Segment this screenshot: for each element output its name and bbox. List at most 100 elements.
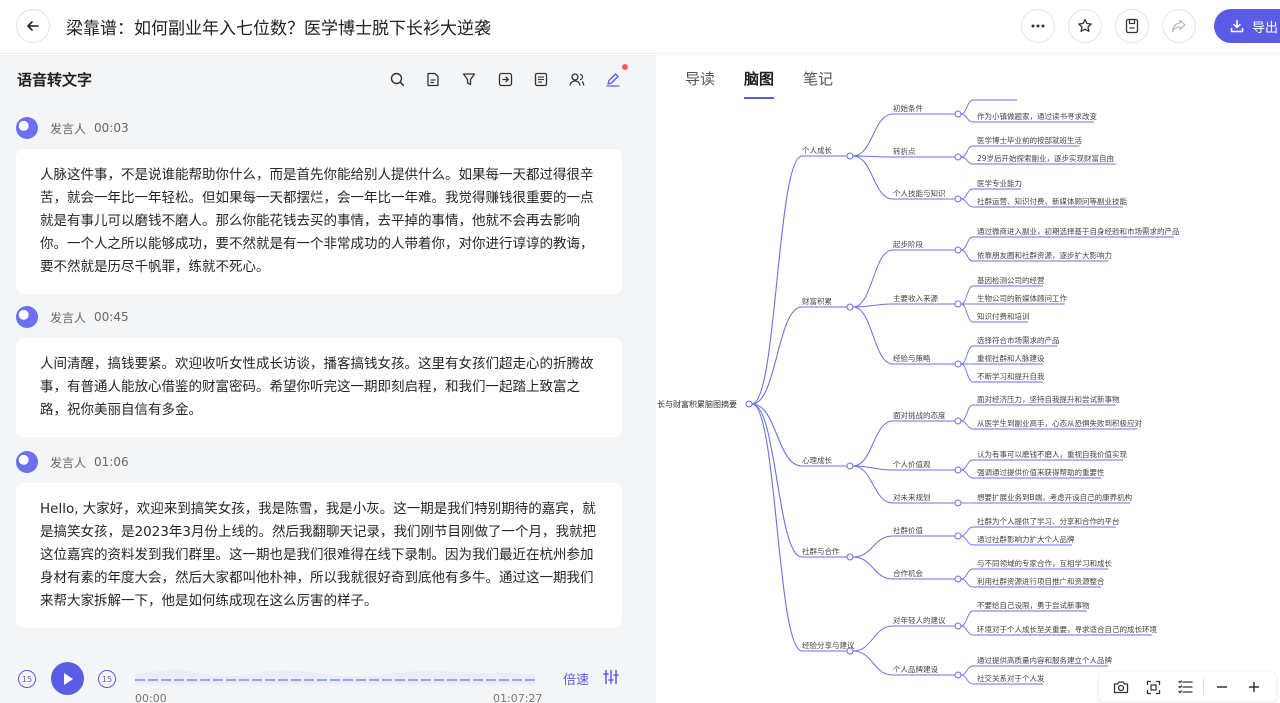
mindmap-link — [960, 156, 974, 165]
top-actions: 导出 — [1021, 8, 1280, 44]
mindmap[interactable]: 长与财富积累脑图摘要 个人成长 初始条件作为小镇做题家，通过读书寻求改变转折点 医学博… — [657, 95, 1280, 703]
mindmap-link — [960, 578, 974, 588]
summary-button[interactable] — [422, 68, 444, 90]
fit-view-button[interactable] — [1142, 676, 1164, 698]
mindmap-node[interactable] — [954, 110, 962, 118]
mindmap-leaf-label: 通过提供高质量内容和服务建立个人品牌 — [977, 655, 1112, 665]
mindmap-leaf-label: 医学专业能力 — [977, 178, 1022, 188]
waveform-scrubber[interactable] — [135, 663, 535, 685]
transcript-text[interactable]: 人间清醒，搞钱要紧。欢迎收听女性成长访谈，播客搞钱女孩。这里有女孩们超走心的折腾… — [16, 338, 622, 437]
mindmap-node[interactable] — [846, 553, 854, 561]
forward-label: 15 — [101, 674, 113, 684]
rewind-button[interactable]: 15 — [18, 670, 36, 688]
speaker-row: 发言人 00:45 — [16, 306, 622, 328]
mindmap-link — [751, 403, 803, 558]
plus-icon — [1249, 682, 1259, 692]
transcript-segment: 发言人 00:45 人间清醒，搞钱要紧。欢迎收听女性成长访谈，播客搞钱女孩。这里… — [16, 306, 622, 437]
speed-button[interactable]: 倍速 — [563, 669, 589, 688]
outline-button[interactable] — [1174, 676, 1196, 698]
mindmap-link — [960, 535, 974, 546]
mindmap-node[interactable] — [954, 360, 962, 368]
mindmap-node[interactable] — [954, 622, 962, 630]
mindmap-node[interactable] — [954, 246, 962, 254]
timestamp[interactable]: 00:45 — [94, 310, 129, 324]
zoom-out-button[interactable] — [1211, 676, 1233, 698]
mindmap-node[interactable] — [954, 671, 962, 679]
mindmap-link — [852, 155, 894, 158]
transcript-text[interactable]: Hello, 大家好，欢迎来到搞笑女孩，我是陈雪，我是小灰。这一期是我们特别期待… — [16, 483, 622, 628]
mindmap-child-label: 主要收入来源 — [893, 293, 938, 303]
notes-icon — [534, 72, 548, 86]
rewind-label: 15 — [21, 674, 33, 684]
mindmap-node[interactable] — [846, 303, 854, 311]
mindmap-link — [852, 420, 894, 467]
mindmap-node[interactable] — [846, 462, 854, 470]
mindmap-branch-label: 心理成长 — [802, 455, 832, 465]
mindmap-node[interactable] — [954, 575, 962, 583]
total-time: 01:07:27 — [493, 692, 543, 703]
mindmap-link — [960, 145, 974, 158]
speaker-button[interactable] — [566, 68, 588, 90]
forward-button[interactable]: 15 — [98, 670, 116, 688]
mindmap-node[interactable] — [954, 532, 962, 540]
camera-icon — [1113, 681, 1129, 694]
jump-button[interactable] — [494, 68, 516, 90]
mindmap-link — [960, 99, 974, 115]
mindmap-child-label: 面对挑战的态度 — [893, 410, 946, 420]
mindmap-link — [960, 469, 974, 479]
transcript-panel: 语音转文字 发言人 00:03 人脉这件事，不是说谁能帮助你什么，而是首先你能给… — [0, 55, 656, 703]
mindmap-node[interactable] — [954, 499, 962, 507]
share-icon — [1171, 19, 1186, 33]
mindmap-link — [852, 306, 894, 365]
transcript-toolbar — [386, 64, 638, 90]
avatar — [16, 117, 38, 139]
note-button[interactable] — [530, 68, 552, 90]
favorite-button[interactable] — [1068, 9, 1102, 43]
arrow-left-icon — [27, 21, 39, 31]
mindmap-node[interactable] — [846, 647, 854, 655]
mindmap-node[interactable] — [954, 300, 962, 308]
transcript-text[interactable]: 人脉这件事，不是说谁能帮助你什么，而是首先你能给别人提供什么。如果每一天都过得很… — [16, 149, 622, 294]
mindmap-leaf-label: 作为小镇做题家，通过读书寻求改变 — [977, 111, 1097, 121]
play-button[interactable] — [51, 662, 84, 695]
mindmap-child-label: 对未来规划 — [893, 492, 931, 502]
mindmap-node[interactable] — [954, 195, 962, 203]
mindmap-leaf-label: 环境对于个人成长至关重要，寻求适合自己的成长环境 — [977, 624, 1157, 634]
mindmap-child-label: 个人价值观 — [893, 459, 931, 469]
export-button[interactable]: 导出 — [1214, 9, 1280, 43]
back-button[interactable] — [16, 9, 50, 43]
mindmap-link — [852, 465, 894, 471]
mindmap-node[interactable] — [954, 466, 962, 474]
save-button[interactable] — [1115, 9, 1149, 43]
fit-screen-icon — [1146, 680, 1160, 694]
mindmap-node[interactable] — [954, 153, 962, 161]
filter-button[interactable] — [458, 68, 480, 90]
zoom-in-button[interactable] — [1243, 676, 1265, 698]
avatar — [16, 451, 38, 473]
mindmap-node[interactable] — [745, 400, 753, 408]
mindmap-leaf-label: 不要给自己设限，勇于尝试新事物 — [977, 600, 1090, 610]
mindmap-link — [960, 236, 974, 251]
mindmap-leaf-label: 从医学生到副业高手，心态从恐惧失败到积极应对 — [977, 418, 1142, 428]
mindmap-link — [960, 285, 974, 305]
download-icon — [1230, 19, 1244, 33]
audio-player: 15 15 00:00 01:07:27 倍速 — [0, 655, 656, 703]
timestamp[interactable]: 01:06 — [94, 455, 129, 469]
mindmap-branch-label: 社群与合作 — [802, 546, 840, 556]
screenshot-button[interactable] — [1110, 676, 1132, 698]
mindmap-link — [852, 155, 894, 200]
current-time: 00:00 — [135, 692, 167, 703]
edit-button[interactable] — [602, 64, 628, 90]
mindmap-node[interactable] — [846, 152, 854, 160]
timestamp[interactable]: 00:03 — [94, 121, 129, 135]
settings-button[interactable] — [603, 669, 619, 689]
transcript-title: 语音转文字 — [17, 71, 93, 89]
toolbar-divider — [1203, 679, 1204, 695]
mindmap-leaf-label: 医学博士毕业前的按部就班生活 — [977, 135, 1082, 145]
more-button[interactable] — [1021, 9, 1055, 43]
mindmap-node[interactable] — [954, 417, 962, 425]
search-button[interactable] — [386, 68, 408, 90]
mindmap-link — [852, 535, 894, 558]
share-button[interactable] — [1162, 9, 1196, 43]
mindmap-link — [852, 249, 894, 308]
